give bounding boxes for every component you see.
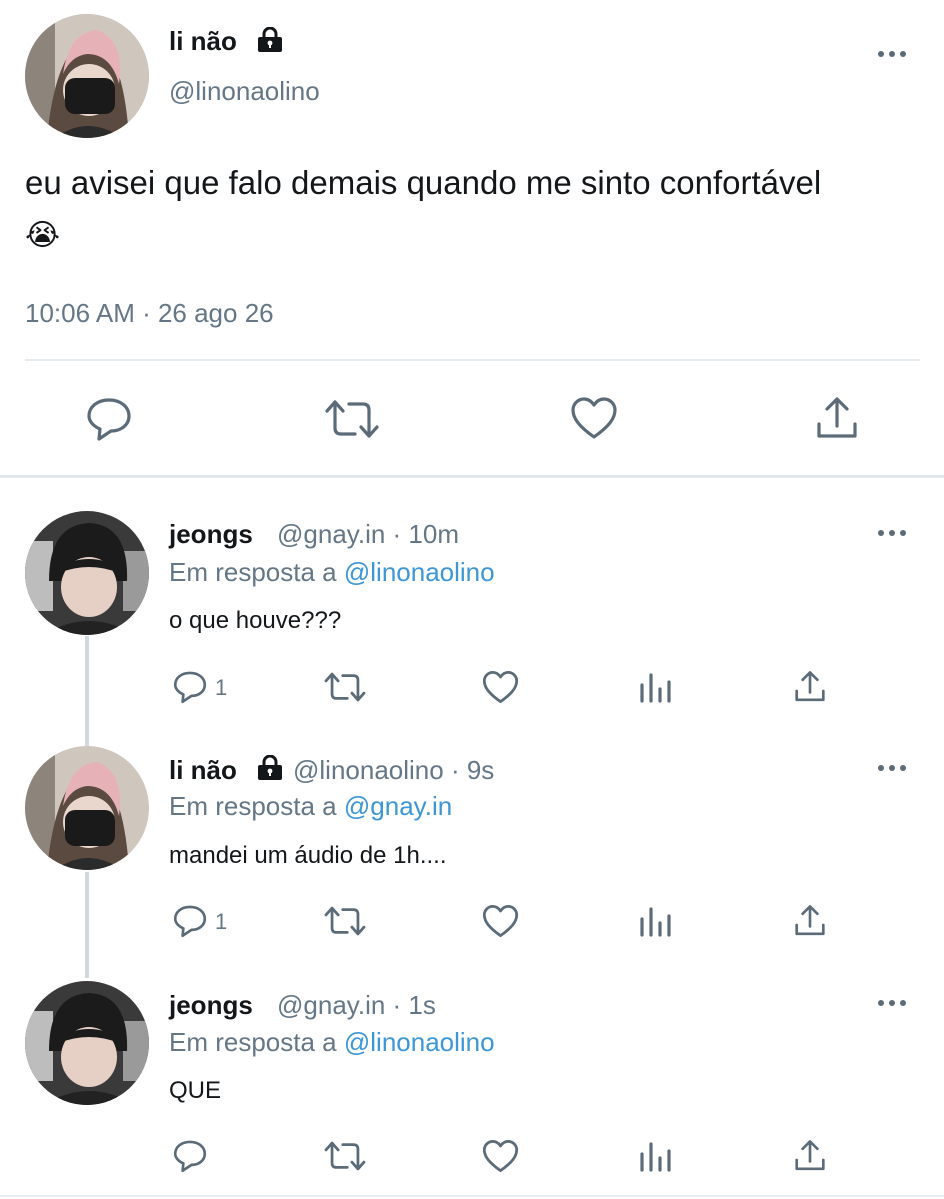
- reply-icon[interactable]: [85, 396, 133, 442]
- reply-context: Em resposta a @linonaolino: [169, 557, 495, 588]
- handle-and-time[interactable]: @gnay.in · 1s: [277, 990, 436, 1021]
- like-icon[interactable]: [570, 396, 618, 440]
- lock-icon: [256, 755, 284, 781]
- reply-context: Em resposta a @gnay.in: [169, 791, 452, 822]
- analytics-icon[interactable]: [639, 1140, 671, 1172]
- more-options-icon[interactable]: [878, 527, 912, 539]
- share-icon[interactable]: [793, 904, 827, 937]
- divider: [0, 475, 944, 478]
- crying-emoji: 😭: [25, 219, 61, 252]
- retweet-icon[interactable]: [324, 671, 366, 703]
- tweet-text-body: eu avisei que falo demais quando me sint…: [25, 164, 822, 201]
- display-name[interactable]: li não: [169, 26, 237, 57]
- analytics-icon[interactable]: [639, 905, 671, 937]
- like-icon[interactable]: [482, 904, 519, 938]
- divider: [0, 1195, 944, 1197]
- reply-to-link[interactable]: @gnay.in: [344, 791, 452, 821]
- thread-line: [85, 872, 89, 978]
- share-icon[interactable]: [814, 396, 860, 440]
- more-options-icon[interactable]: [878, 762, 912, 774]
- reply-count: 1: [215, 909, 228, 934]
- reply-prefix: Em resposta a: [169, 1027, 337, 1057]
- tweet-text: QUE: [169, 1077, 222, 1104]
- share-icon[interactable]: [793, 1139, 827, 1172]
- tweet-text: o que houve???: [169, 607, 342, 634]
- reply-icon[interactable]: [172, 904, 208, 938]
- reply-count: 1: [215, 675, 228, 700]
- lock-icon: [256, 27, 284, 53]
- timestamp[interactable]: 10:06 AM · 26 ago 26: [25, 298, 274, 329]
- handle-and-time[interactable]: @gnay.in · 10m: [277, 519, 459, 550]
- reply-to-link[interactable]: @linonaolino: [344, 1027, 495, 1057]
- more-options-icon[interactable]: [878, 997, 912, 1009]
- tweet-text: mandei um áudio de 1h....: [169, 842, 447, 869]
- reply-to-link[interactable]: @linonaolino: [344, 557, 495, 587]
- retweet-icon[interactable]: [325, 398, 379, 440]
- reply-icon[interactable]: [172, 670, 208, 704]
- more-options-icon[interactable]: [878, 48, 912, 60]
- share-icon[interactable]: [793, 670, 827, 703]
- reply-icon[interactable]: [172, 1139, 208, 1173]
- avatar[interactable]: [25, 746, 149, 870]
- divider: [25, 359, 920, 361]
- avatar[interactable]: [25, 511, 149, 635]
- thread-line: [85, 636, 89, 746]
- display-name[interactable]: jeongs: [169, 990, 253, 1021]
- retweet-icon[interactable]: [324, 1140, 366, 1172]
- reply-context: Em resposta a @linonaolino: [169, 1027, 495, 1058]
- avatar[interactable]: [25, 14, 149, 138]
- like-icon[interactable]: [482, 670, 519, 704]
- handle-and-time[interactable]: @linonaolino · 9s: [293, 755, 494, 786]
- avatar[interactable]: [25, 981, 149, 1105]
- display-name[interactable]: jeongs: [169, 519, 253, 550]
- analytics-icon[interactable]: [639, 671, 671, 703]
- retweet-icon[interactable]: [324, 905, 366, 937]
- reply-prefix: Em resposta a: [169, 557, 337, 587]
- like-icon[interactable]: [482, 1139, 519, 1173]
- handle[interactable]: @linonaolino: [169, 76, 320, 107]
- display-name[interactable]: li não: [169, 755, 237, 786]
- reply-prefix: Em resposta a: [169, 791, 337, 821]
- tweet-text: eu avisei que falo demais quando me sint…: [25, 160, 940, 206]
